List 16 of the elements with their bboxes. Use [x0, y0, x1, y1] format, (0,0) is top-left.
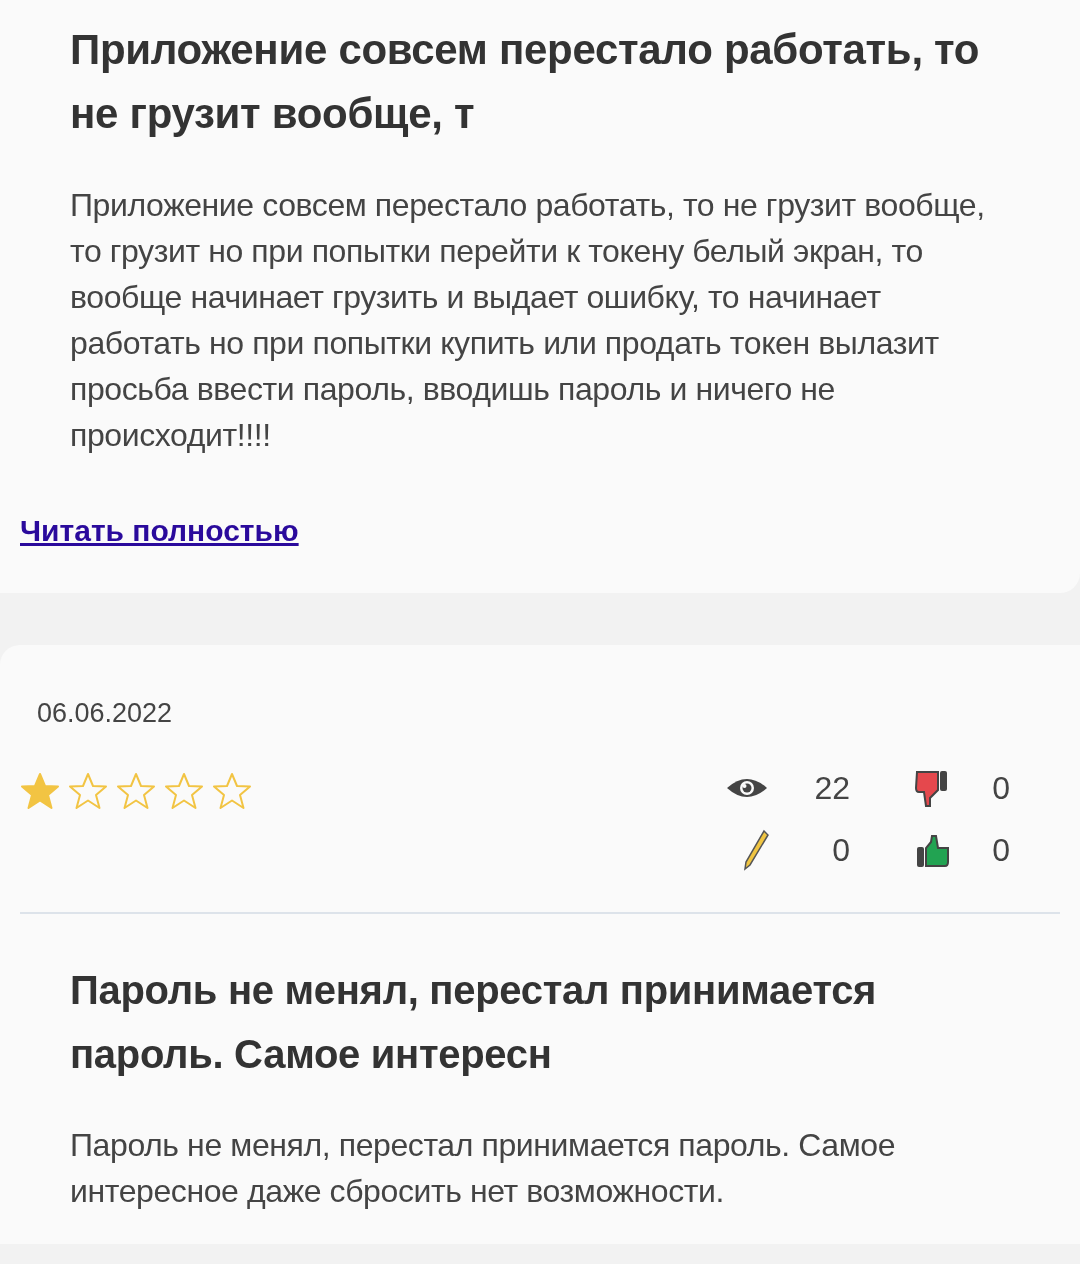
review-title: Приложение совсем перестало работать, то не грузит вообще, т: [70, 25, 981, 139]
star-icon: [68, 771, 108, 810]
pencil-icon: [742, 828, 770, 871]
review-date: 06.06.2022: [37, 697, 174, 730]
view-count: 22: [813, 768, 850, 808]
review-text: Пароль не менял, перестал принимается пароль. Самое интересное даже сбросить нет возможности.: [70, 1125, 897, 1211]
review-title: Пароль не менял, перестал принимается пароль. Самое интересн: [70, 966, 878, 1078]
comment-count: 0: [831, 830, 850, 870]
like-count: 0: [991, 830, 1010, 870]
star-icon: [116, 771, 156, 810]
read-more-link[interactable]: Читать полностью: [20, 508, 299, 553]
star-icon: [164, 771, 204, 810]
star-icon: [20, 771, 60, 810]
review-text: Приложение совсем перестало работать, то не грузит вообще, то грузит но при попытки перейти к токену белый экран, то вообще начинает грузить и выдает ошибку, то начинает работать но при попытки купить или продать токен вылазит просьба ввести пароль, вводишь пароль и ничего не происходит!!!!: [70, 186, 986, 455]
dislike-count: 0: [991, 768, 1010, 808]
star-icon: [212, 771, 252, 810]
